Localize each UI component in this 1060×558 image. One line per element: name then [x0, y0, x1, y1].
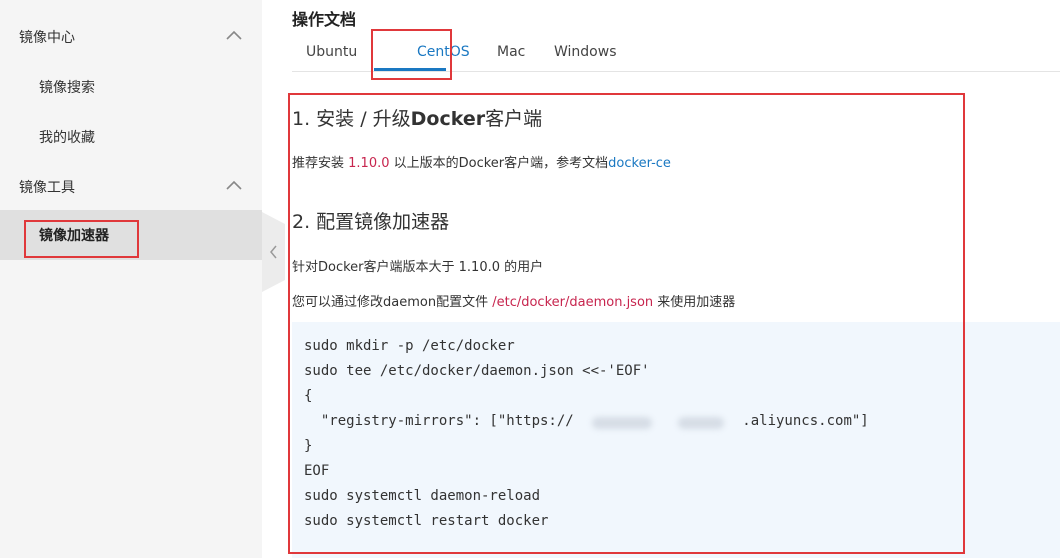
- sidebar-item-label: 我的收藏: [39, 130, 95, 146]
- highlight-box: [371, 29, 452, 80]
- sidebar-group-label: 镜像工具: [19, 180, 75, 196]
- main-content: 操作文档 Ubuntu CentOS Mac Windows 1. 安装 / 升…: [262, 0, 1060, 558]
- chevron-up-icon[interactable]: [226, 180, 242, 190]
- chevron-up-icon[interactable]: [226, 30, 242, 40]
- page-title: 操作文档: [292, 10, 357, 29]
- sidebar-group-image-center[interactable]: 镜像中心: [0, 12, 262, 62]
- tab-ubuntu[interactable]: Ubuntu: [306, 44, 357, 60]
- tab-windows[interactable]: Windows: [554, 44, 617, 60]
- sidebar-group-label: 镜像中心: [19, 30, 75, 46]
- sidebar-group-image-tools[interactable]: 镜像工具: [0, 162, 262, 212]
- sidebar-item-image-search[interactable]: 镜像搜索: [0, 62, 262, 112]
- tab-mac[interactable]: Mac: [497, 44, 525, 60]
- highlight-box: [288, 93, 965, 554]
- sidebar-item-favorites[interactable]: 我的收藏: [0, 112, 262, 162]
- sidebar: 镜像中心 镜像搜索 我的收藏 镜像工具 镜像加速器: [0, 0, 262, 558]
- sidebar-item-label: 镜像搜索: [39, 80, 95, 96]
- highlight-box: [24, 220, 139, 258]
